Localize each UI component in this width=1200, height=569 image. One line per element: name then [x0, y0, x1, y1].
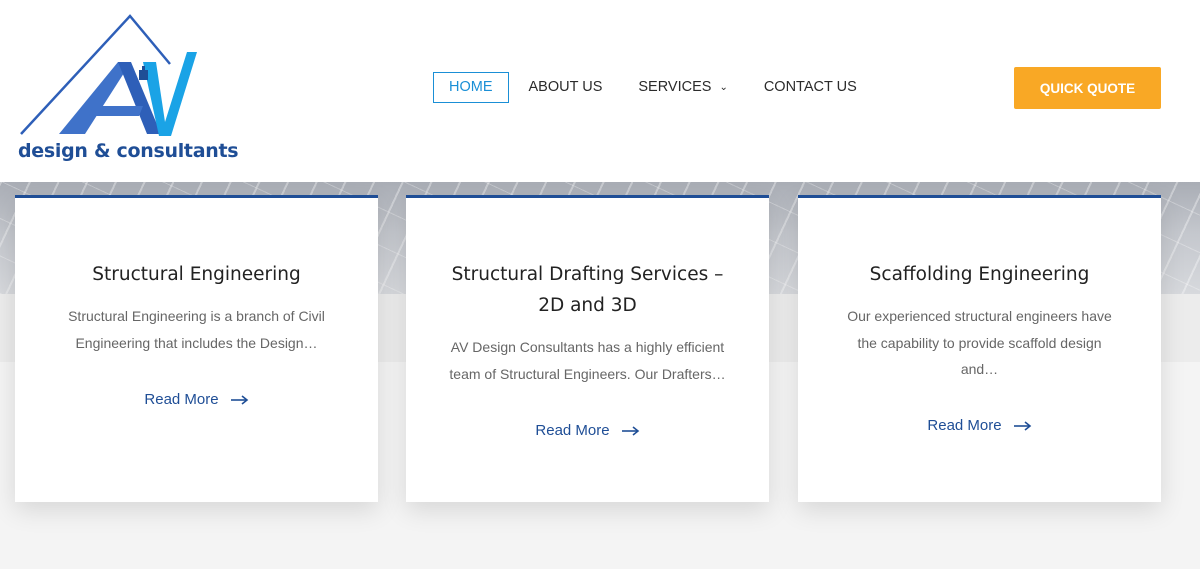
nav-services-label: SERVICES: [638, 79, 712, 95]
card-title: Structural Engineering: [92, 264, 301, 285]
arrow-right-icon: [1013, 420, 1031, 431]
service-card-structural-drafting: Structural Drafting Services – 2D and 3D…: [406, 195, 769, 502]
nav-services[interactable]: SERVICES ⌄: [622, 72, 743, 103]
read-more-label: Read More: [144, 391, 219, 408]
read-more-link[interactable]: Read More: [406, 422, 769, 439]
service-card-scaffolding-engineering: Scaffolding Engineering Our experienced …: [798, 195, 1161, 502]
site-logo[interactable]: design & consultants: [15, 12, 239, 172]
main-nav: HOME ABOUT US SERVICES ⌄ CONTACT US: [433, 72, 877, 103]
card-title: Structural Drafting Services – 2D and 3D: [406, 259, 769, 321]
card-description-line: AV Design Consultants has a highly effic…: [450, 339, 725, 355]
card-description-line: Our experienced structural engineers hav…: [847, 308, 1112, 324]
service-card-structural-engineering: Structural Engineering Structural Engine…: [15, 195, 378, 502]
card-title: Scaffolding Engineering: [869, 264, 1090, 285]
site-header: design & consultants HOME ABOUT US SERVI…: [0, 0, 1200, 182]
card-description-line: and…: [960, 361, 999, 377]
read-more-link[interactable]: Read More: [798, 417, 1161, 434]
card-description-line: Structural Engineering is a branch of Ci…: [68, 308, 325, 324]
card-description: AV Design Consultants has a highly effic…: [406, 334, 769, 387]
arrow-right-icon: [621, 425, 639, 436]
card-description: Our experienced structural engineers hav…: [798, 303, 1161, 383]
card-description: Structural Engineering is a branch of Ci…: [15, 303, 378, 356]
card-description-line: the capability to provide scaffold desig…: [857, 334, 1102, 351]
card-description-line: team of Structural Engineers. Our Drafte…: [449, 365, 726, 382]
card-description-line: Engineering that includes the Design…: [75, 334, 318, 351]
nav-about-us[interactable]: ABOUT US: [513, 72, 619, 103]
arrow-right-icon: [230, 394, 248, 405]
read-more-label: Read More: [535, 422, 610, 439]
nav-contact-us[interactable]: CONTACT US: [748, 72, 873, 103]
read-more-link[interactable]: Read More: [15, 391, 378, 408]
quick-quote-button[interactable]: QUICK QUOTE: [1014, 67, 1161, 109]
card-title-line: Structural Drafting Services –: [451, 264, 724, 285]
chevron-down-icon[interactable]: ⌄: [719, 73, 727, 102]
nav-home[interactable]: HOME: [433, 72, 509, 103]
read-more-label: Read More: [927, 417, 1002, 434]
logo-text: design & consultants: [18, 140, 239, 162]
card-title-line: 2D and 3D: [538, 295, 637, 316]
logo-mark-icon: [20, 14, 197, 136]
